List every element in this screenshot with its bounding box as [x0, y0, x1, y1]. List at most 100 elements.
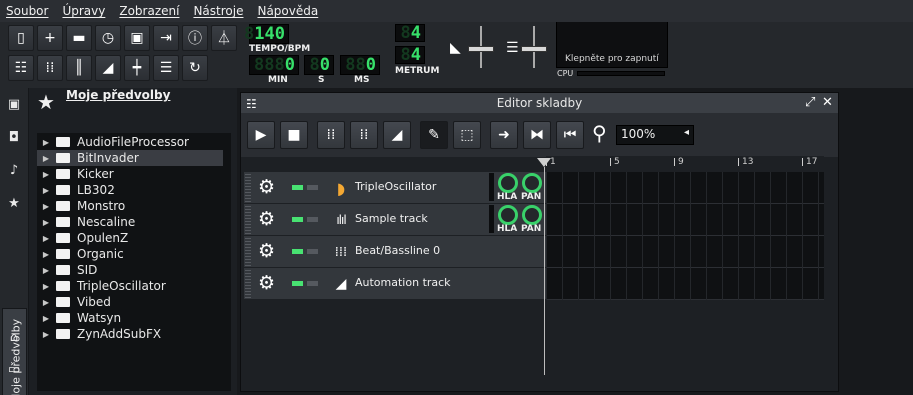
add-automation-track-icon[interactable]: ◢ — [383, 121, 411, 149]
chevron-right-icon[interactable]: ▶ — [39, 186, 53, 195]
track-grip[interactable] — [245, 206, 251, 234]
menu-help[interactable]: Nápověda — [257, 4, 318, 18]
my-samples-icon[interactable]: ♪ — [5, 161, 23, 179]
controller-rack-icon[interactable]: ↻ — [182, 55, 208, 81]
track-name[interactable]: Automation track — [355, 276, 451, 289]
autoscroll-icon[interactable]: ➜ — [490, 121, 518, 149]
solo-toggle[interactable] — [307, 185, 318, 190]
track-name[interactable]: Beat/Bassline 0 — [355, 244, 440, 257]
open-project-icon[interactable]: ▬ — [66, 25, 92, 51]
chevron-right-icon[interactable]: ▶ — [39, 170, 53, 179]
preset-folder[interactable]: ▶ Nescaline — [37, 214, 223, 230]
beat-bassline-editor-icon[interactable]: ⁞⁞ — [37, 55, 63, 81]
track-grip[interactable] — [245, 174, 251, 202]
master-volume-handle[interactable] — [468, 46, 494, 52]
chevron-right-icon[interactable]: ▶ — [39, 234, 53, 243]
track-row[interactable]: ⚙ ılıl Sample track HLA PAN — [244, 204, 546, 236]
info-icon[interactable]: ⓘ — [182, 25, 208, 51]
preset-folder[interactable]: ▶ Monstro — [37, 198, 223, 214]
playhead-marker[interactable] — [537, 158, 551, 167]
mute-toggle[interactable] — [292, 185, 303, 190]
preset-folder[interactable]: ▶ LB302 — [37, 182, 223, 198]
project-notes-icon[interactable]: ☰ — [153, 55, 179, 81]
master-pitch-handle[interactable] — [521, 46, 547, 52]
menu-view[interactable]: Zobrazení — [119, 4, 179, 18]
preset-folder[interactable]: ▶ BitInvader — [37, 150, 223, 166]
chevron-right-icon[interactable]: ▶ — [39, 154, 53, 163]
volume-knob[interactable] — [498, 205, 518, 225]
sidebar-tab-my-presets[interactable]: Moje předvolby — [2, 308, 27, 395]
preset-folder[interactable]: ▶ OpulenZ — [37, 230, 223, 246]
my-projects-icon[interactable]: ◘ — [5, 128, 23, 146]
new-project-icon[interactable]: ▯ — [8, 25, 34, 51]
solo-toggle[interactable] — [307, 249, 318, 254]
gear-icon[interactable]: ⚙ — [258, 273, 275, 293]
preset-folder[interactable]: ▶ AudioFileProcessor — [37, 134, 223, 150]
preset-folder[interactable]: ▶ SID — [37, 262, 223, 278]
my-presets-icon[interactable]: ★ — [5, 194, 23, 212]
chevron-right-icon[interactable]: ▶ — [39, 282, 53, 291]
volume-knob[interactable] — [498, 173, 518, 193]
preset-folder[interactable]: ▶ Kicker — [37, 166, 223, 182]
chevron-right-icon[interactable]: ▶ — [39, 314, 53, 323]
timeline-ruler[interactable]: 1 5 9 13 17 — [546, 156, 824, 170]
track-row[interactable]: ⚙ ◢ Automation track — [244, 268, 546, 300]
track-row[interactable]: ⚙ ⁞⁞⁞ Beat/Bassline 0 — [244, 236, 546, 268]
pan-knob[interactable] — [522, 205, 542, 225]
close-icon[interactable]: ✕ — [822, 95, 833, 110]
export-project-icon[interactable]: ⇥ — [153, 25, 179, 51]
zoom-select[interactable]: 100% ◂ — [616, 125, 694, 145]
preset-folder[interactable]: ▶ ZynAddSubFX — [37, 326, 223, 342]
tempo-display[interactable]: 8 140 — [244, 24, 289, 44]
song-editor-titlebar[interactable]: ☷ Editor skladby ⤢ ✕ — [241, 93, 838, 113]
meter-denominator[interactable]: 84 — [395, 45, 425, 65]
gear-icon[interactable]: ⚙ — [258, 177, 275, 197]
chevron-right-icon[interactable]: ▶ — [39, 202, 53, 211]
metronome-icon[interactable]: ⏃ — [211, 25, 237, 51]
gear-icon[interactable]: ⚙ — [258, 209, 275, 229]
stop-behaviour-icon[interactable]: ⏮ — [556, 121, 584, 149]
pan-knob[interactable] — [522, 173, 542, 193]
menu-tools[interactable]: Nástroje — [193, 4, 243, 18]
solo-toggle[interactable] — [307, 281, 318, 286]
my-home-icon[interactable]: ⌂ — [5, 328, 23, 346]
track-grip[interactable] — [245, 238, 251, 266]
mixer-icon[interactable]: ┿ — [124, 55, 150, 81]
chevron-right-icon[interactable]: ▶ — [39, 138, 53, 147]
add-beat-bassline-icon[interactable]: ⁞⁞ — [317, 121, 345, 149]
solo-toggle[interactable] — [307, 217, 318, 222]
track-grip[interactable] — [245, 270, 251, 298]
draw-mode-icon[interactable]: ✎ — [420, 121, 448, 149]
stop-icon[interactable]: ■ — [280, 121, 308, 149]
chevron-right-icon[interactable]: ▶ — [39, 298, 53, 307]
track-name[interactable]: TripleOscillator — [355, 180, 436, 193]
menu-edit[interactable]: Úpravy — [62, 4, 105, 18]
track-name[interactable]: Sample track — [355, 212, 428, 225]
instrument-plugins-icon[interactable]: ▣ — [5, 95, 23, 113]
mute-toggle[interactable] — [292, 281, 303, 286]
preset-folder[interactable]: ▶ Vibed — [37, 294, 223, 310]
add-sample-track-icon[interactable]: ⁞⁞ — [350, 121, 378, 149]
play-icon[interactable]: ▶ — [247, 121, 275, 149]
mute-toggle[interactable] — [292, 217, 303, 222]
preset-folder[interactable]: ▶ Watsyn — [37, 310, 223, 326]
preset-folder[interactable]: ▶ TripleOscillator — [37, 278, 223, 294]
chevron-right-icon[interactable]: ▶ — [39, 330, 53, 339]
mute-toggle[interactable] — [292, 249, 303, 254]
piano-roll-icon[interactable]: ║ — [66, 55, 92, 81]
automation-editor-icon[interactable]: ◢ — [95, 55, 121, 81]
menu-file[interactable]: Soubor — [6, 4, 48, 18]
loop-points-icon[interactable]: ⧓ — [523, 121, 551, 149]
recent-projects-icon[interactable]: ◷ — [95, 25, 121, 51]
maximize-icon[interactable]: ⤢ — [805, 95, 815, 110]
chevron-right-icon[interactable]: ▶ — [39, 266, 53, 275]
song-editor-icon[interactable]: ☷ — [8, 55, 34, 81]
gear-icon[interactable]: ⚙ — [258, 241, 275, 261]
root-directory-icon[interactable]: ▭ — [5, 360, 23, 378]
cpu-graph[interactable]: Klepněte pro zapnutí — [556, 22, 668, 68]
pattern-grid[interactable] — [546, 172, 824, 300]
preset-folder[interactable]: ▶ Organic — [37, 246, 223, 262]
chevron-right-icon[interactable]: ▶ — [39, 218, 53, 227]
save-project-icon[interactable]: ▣ — [124, 25, 150, 51]
meter-numerator[interactable]: 84 — [395, 23, 425, 43]
